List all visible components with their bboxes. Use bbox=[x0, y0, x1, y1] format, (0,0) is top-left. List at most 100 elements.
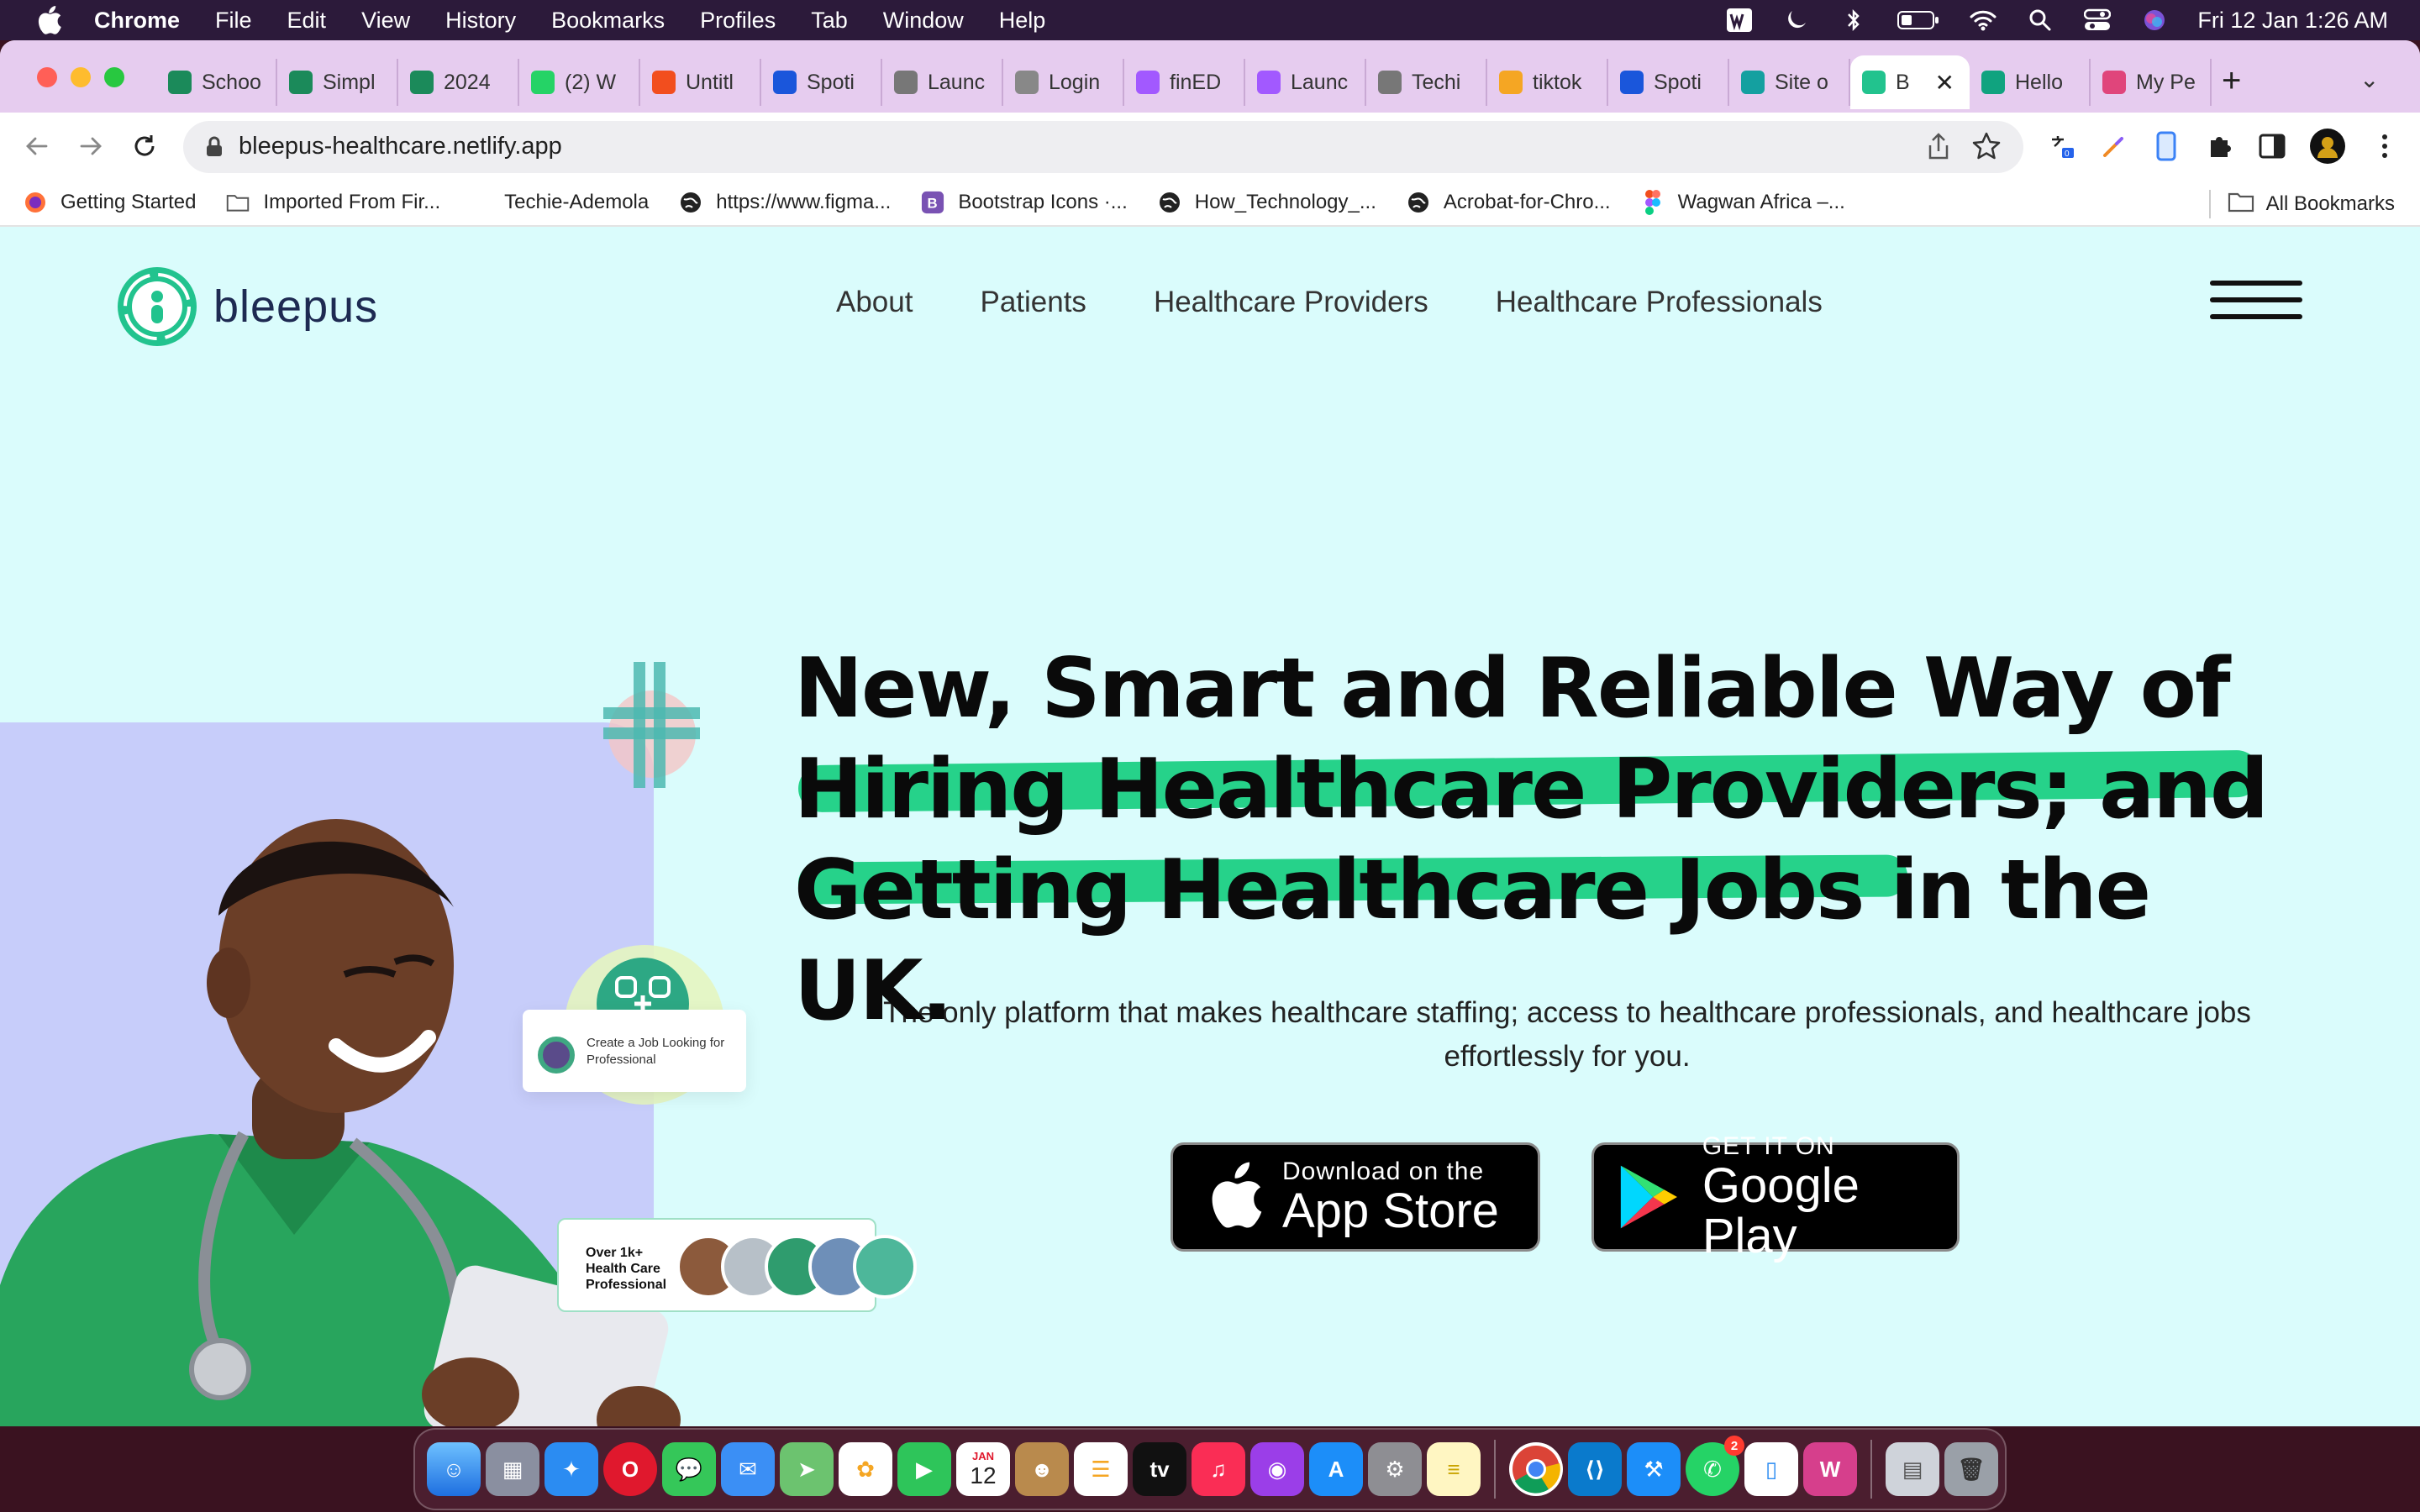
apple-menu-icon[interactable] bbox=[35, 6, 62, 34]
extension-phone-icon[interactable] bbox=[2148, 128, 2185, 165]
app-store-button[interactable]: Download on the App Store bbox=[1171, 1142, 1540, 1252]
url-text[interactable]: bleepus-healthcare.netlify.app bbox=[239, 133, 562, 160]
tab[interactable]: (2) W bbox=[519, 59, 640, 106]
tab[interactable]: Simpl bbox=[277, 59, 398, 106]
extensions-puzzle-icon[interactable] bbox=[2202, 128, 2238, 165]
menu-bookmarks[interactable]: Bookmarks bbox=[551, 8, 665, 34]
menu-file[interactable]: File bbox=[215, 8, 252, 34]
bleepus-logo[interactable]: bleepus bbox=[116, 265, 378, 348]
minimize-window-button[interactable] bbox=[71, 67, 91, 87]
nav-patients[interactable]: Patients bbox=[980, 286, 1086, 319]
maps-icon[interactable]: ➤ bbox=[780, 1442, 834, 1496]
tab-search-chevron-icon[interactable]: ⌄ bbox=[2360, 66, 2379, 93]
nav-healthcare-professionals[interactable]: Healthcare Professionals bbox=[1496, 286, 1823, 319]
new-tab-button[interactable]: + bbox=[2222, 62, 2241, 100]
side-panel-icon[interactable] bbox=[2254, 128, 2291, 165]
wifi-icon[interactable] bbox=[1969, 8, 1997, 33]
spotlight-search-icon[interactable] bbox=[2026, 8, 2054, 33]
menubar-clock[interactable]: Fri 12 Jan 1:26 AM bbox=[2197, 8, 2388, 34]
tab[interactable]: Spoti bbox=[1608, 59, 1729, 106]
tab[interactable]: Hello bbox=[1970, 59, 2091, 106]
tab[interactable]: My Pe bbox=[2091, 59, 2212, 106]
tab[interactable]: Launc bbox=[1245, 59, 1366, 106]
tab[interactable]: Schoo bbox=[156, 59, 277, 106]
tab-active[interactable]: B ✕ bbox=[1850, 55, 1970, 109]
downloads-stack-icon[interactable]: ▤ bbox=[1886, 1442, 1939, 1496]
bookmark-figma[interactable]: https://www.figma... bbox=[679, 191, 891, 214]
control-center-icon[interactable] bbox=[2083, 8, 2112, 33]
extension-translate-icon[interactable]: 0 bbox=[2044, 128, 2081, 165]
messages-icon[interactable]: 💬 bbox=[662, 1442, 716, 1496]
reload-button[interactable] bbox=[126, 128, 163, 165]
reminders-icon[interactable]: ☰ bbox=[1074, 1442, 1128, 1496]
podcasts-icon[interactable]: ◉ bbox=[1250, 1442, 1304, 1496]
menu-edit[interactable]: Edit bbox=[287, 8, 327, 34]
finder-icon[interactable]: ☺ bbox=[427, 1442, 481, 1496]
tab[interactable]: Untitl bbox=[640, 59, 761, 106]
all-bookmarks-button[interactable]: All Bookmarks bbox=[2208, 190, 2395, 218]
close-tab-icon[interactable]: ✕ bbox=[1935, 69, 1954, 97]
fullscreen-window-button[interactable] bbox=[104, 67, 124, 87]
app-name-menu[interactable]: Chrome bbox=[94, 8, 180, 34]
nav-healthcare-providers[interactable]: Healthcare Providers bbox=[1154, 286, 1428, 319]
bookmark-techie-ademola[interactable]: Techie-Ademola bbox=[504, 191, 649, 214]
chrome-icon[interactable] bbox=[1509, 1442, 1563, 1496]
bookmark-bootstrap-icons[interactable]: B Bootstrap Icons ·... bbox=[921, 191, 1128, 214]
wps-office-icon[interactable]: W bbox=[1803, 1442, 1857, 1496]
profile-avatar[interactable] bbox=[2309, 128, 2346, 165]
safari-icon[interactable]: ✦ bbox=[544, 1442, 598, 1496]
bookmark-getting-started[interactable]: Getting Started bbox=[24, 191, 196, 214]
bookmark-how-technology[interactable]: How_Technology_... bbox=[1158, 191, 1376, 214]
whatsapp-icon[interactable]: ✆ 2 bbox=[1686, 1436, 1744, 1496]
menu-help[interactable]: Help bbox=[999, 8, 1046, 34]
menu-history[interactable]: History bbox=[445, 8, 516, 34]
tab[interactable]: Techi bbox=[1366, 59, 1487, 106]
calendar-icon[interactable]: JAN 12 bbox=[956, 1442, 1010, 1496]
moon-focus-icon[interactable] bbox=[1782, 8, 1811, 33]
bookmark-acrobat[interactable]: Acrobat-for-Chro... bbox=[1407, 191, 1611, 214]
photos-icon[interactable]: ✿ bbox=[839, 1442, 892, 1496]
launchpad-icon[interactable]: ▦ bbox=[486, 1442, 539, 1496]
hamburger-menu-button[interactable] bbox=[2210, 281, 2302, 324]
menu-profiles[interactable]: Profiles bbox=[700, 8, 776, 34]
music-icon[interactable]: ♫ bbox=[1192, 1442, 1245, 1496]
tab[interactable]: Login bbox=[1003, 59, 1124, 106]
trash-icon[interactable]: 🗑 bbox=[1944, 1442, 1998, 1496]
tab[interactable]: tiktok bbox=[1487, 59, 1608, 106]
system-settings-icon[interactable]: ⚙ bbox=[1368, 1442, 1422, 1496]
apple-tv-icon[interactable]: tv bbox=[1133, 1442, 1186, 1496]
site-info-icon[interactable] bbox=[205, 136, 224, 158]
mail-icon[interactable]: ✉ bbox=[721, 1442, 775, 1496]
tab[interactable]: Site o bbox=[1729, 59, 1850, 106]
menu-window[interactable]: Window bbox=[883, 8, 964, 34]
vscode-icon[interactable]: ⟨⟩ bbox=[1568, 1442, 1622, 1496]
siri-icon[interactable] bbox=[2140, 8, 2169, 33]
bookmark-folder-imported[interactable]: Imported From Fir... bbox=[226, 191, 440, 214]
extension-color-picker-icon[interactable] bbox=[2096, 128, 2133, 165]
contacts-icon[interactable]: ☻ bbox=[1015, 1442, 1069, 1496]
forward-button[interactable] bbox=[72, 128, 109, 165]
tab[interactable]: 2024 bbox=[398, 59, 519, 106]
bluetooth-icon[interactable] bbox=[1839, 8, 1868, 33]
share-icon[interactable] bbox=[1926, 133, 1951, 161]
battery-icon[interactable] bbox=[1897, 8, 1940, 33]
opera-icon[interactable]: O bbox=[603, 1442, 657, 1496]
close-window-button[interactable] bbox=[37, 67, 57, 87]
chrome-menu-icon[interactable] bbox=[2366, 128, 2403, 165]
xcode-icon[interactable]: ⚒ bbox=[1627, 1442, 1681, 1496]
menu-view[interactable]: View bbox=[361, 8, 410, 34]
notes-icon[interactable]: ≡ bbox=[1427, 1442, 1481, 1496]
app-store-icon[interactable]: A bbox=[1309, 1442, 1363, 1496]
facetime-icon[interactable]: ▶ bbox=[897, 1442, 951, 1496]
simulator-icon[interactable]: ▯ bbox=[1744, 1442, 1798, 1496]
address-bar[interactable]: bleepus-healthcare.netlify.app bbox=[183, 121, 2023, 173]
tab[interactable]: Spoti bbox=[761, 59, 882, 106]
tab[interactable]: Launc bbox=[882, 59, 1003, 106]
menu-tab[interactable]: Tab bbox=[811, 8, 848, 34]
tab[interactable]: finED bbox=[1124, 59, 1245, 106]
wps-status-icon[interactable] bbox=[1725, 8, 1754, 33]
bookmark-wagwan-africa[interactable]: Wagwan Africa –... bbox=[1641, 190, 1845, 215]
bookmark-star-icon[interactable] bbox=[1971, 131, 2002, 161]
google-play-button[interactable]: GET IT ON Google Play bbox=[1591, 1132, 1960, 1262]
nav-about[interactable]: About bbox=[836, 286, 913, 319]
